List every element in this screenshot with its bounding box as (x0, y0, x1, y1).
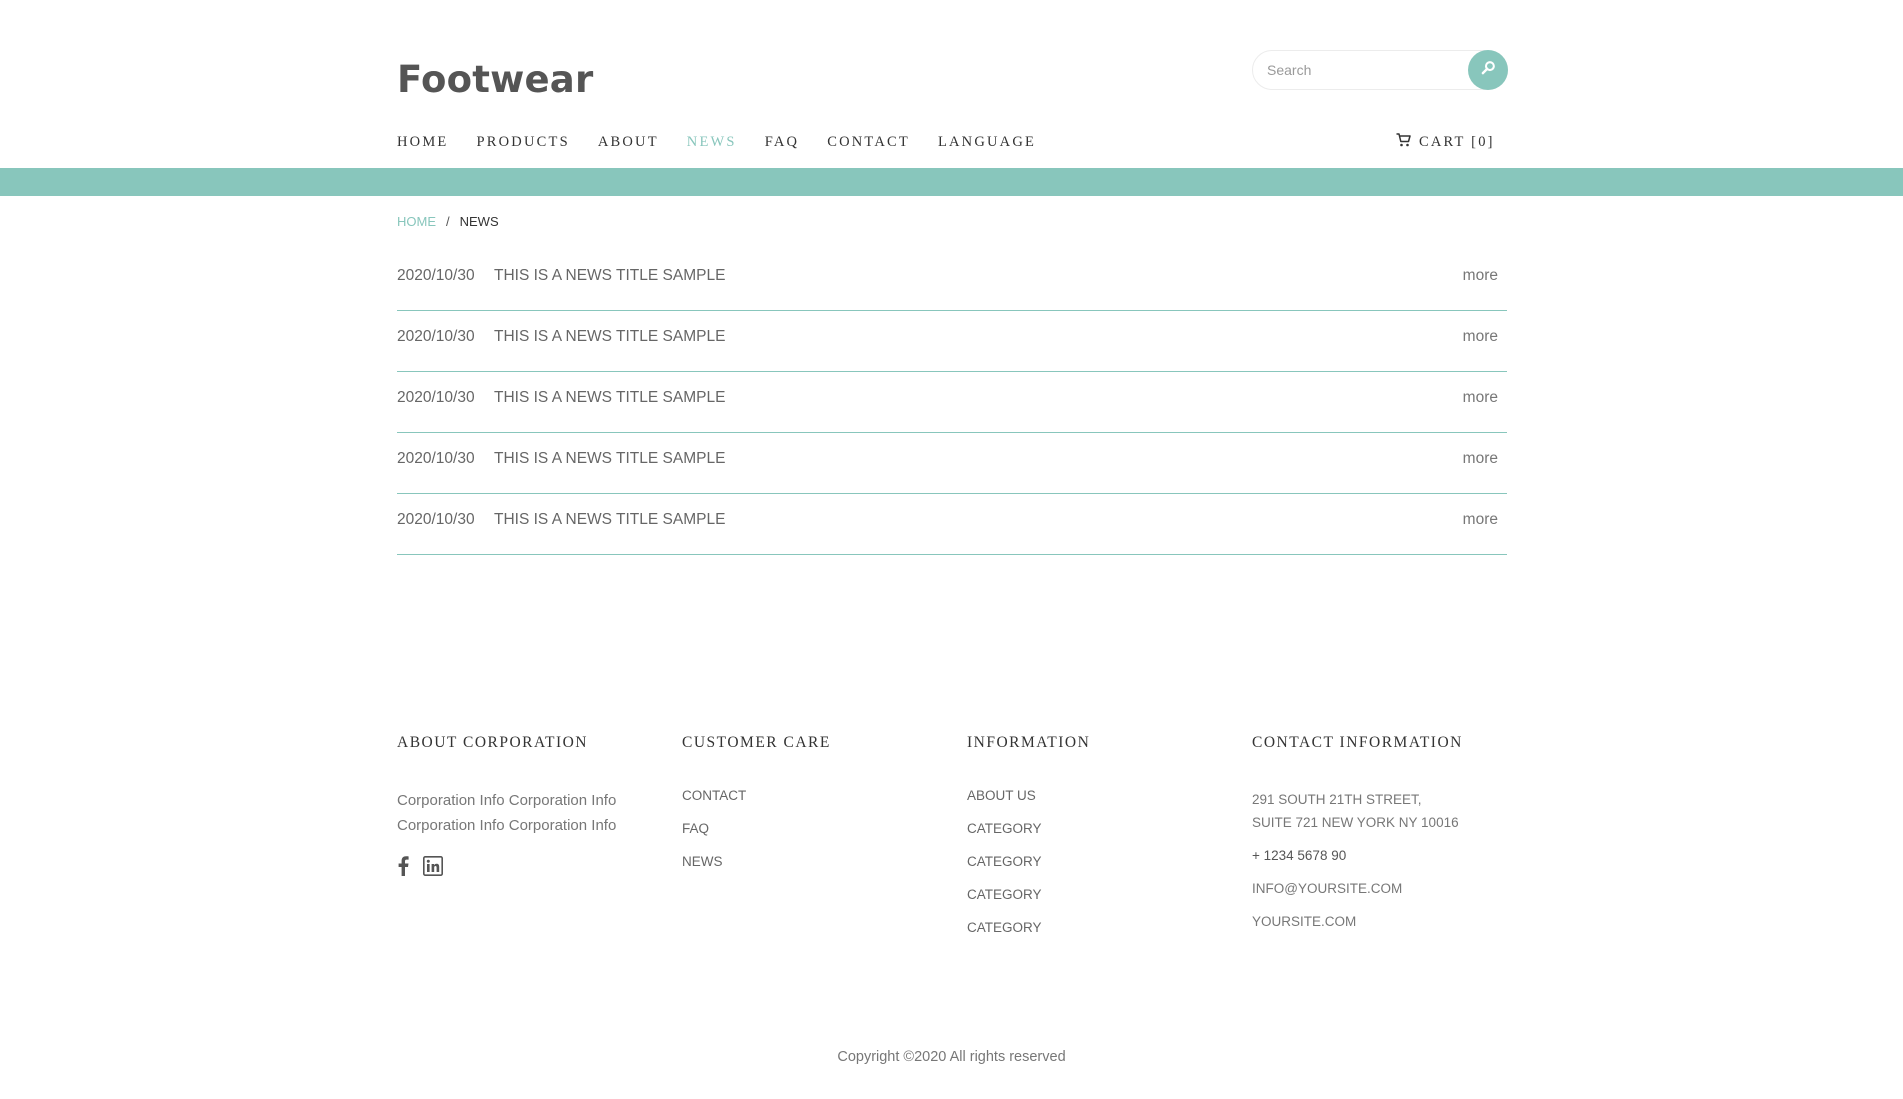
news-title[interactable]: THIS IS A NEWS TITLE SAMPLE (494, 267, 1463, 285)
footer-information: INFORMATION ABOUT US CATEGORY CATEGORY C… (967, 734, 1237, 953)
header-band (0, 168, 1903, 196)
news-date: 2020/10/30 (397, 511, 475, 528)
news-title[interactable]: THIS IS A NEWS TITLE SAMPLE (494, 389, 1463, 407)
news-more-link[interactable]: more (1463, 389, 1498, 407)
footer-link-contact-anchor[interactable]: CONTACT (682, 788, 746, 803)
footer-about: ABOUT CORPORATION Corporation Info Corpo… (397, 734, 667, 876)
footer-link-category-anchor[interactable]: CATEGORY (967, 821, 1042, 836)
corporation-info-line: Corporation Info Corporation Info (397, 792, 617, 809)
information-links: ABOUT US CATEGORY CATEGORY CATEGORY CATE… (967, 788, 1237, 939)
news-title[interactable]: THIS IS A NEWS TITLE SAMPLE (494, 450, 1463, 468)
footer-about-heading: ABOUT CORPORATION (397, 734, 588, 751)
news-item: 2020/10/30 THIS IS A NEWS TITLE SAMPLE m… (397, 372, 1507, 433)
breadcrumb-current: NEWS (459, 214, 499, 229)
facebook-icon[interactable] (397, 856, 409, 876)
social-links (397, 856, 667, 876)
news-date: 2020/10/30 (397, 389, 475, 406)
search-icon (1481, 60, 1496, 80)
news-list: 2020/10/30 THIS IS A NEWS TITLE SAMPLE m… (397, 250, 1507, 555)
nav-faq[interactable]: FAQ (765, 134, 800, 151)
footer-link-faq: FAQ (682, 821, 952, 840)
customer-care-links: CONTACT FAQ NEWS (682, 788, 952, 873)
footer-link-category-anchor[interactable]: CATEGORY (967, 887, 1042, 902)
footer-link-faq-anchor[interactable]: FAQ (682, 821, 709, 836)
footer-contact: CONTACT INFORMATION 291 SOUTH 21TH STREE… (1252, 734, 1522, 933)
news-more-link[interactable]: more (1463, 328, 1498, 346)
footer-contact-heading: CONTACT INFORMATION (1252, 734, 1463, 751)
main-nav: HOME PRODUCTS ABOUT NEWS FAQ CONTACT LAN… (397, 134, 1064, 151)
nav-about[interactable]: ABOUT (598, 134, 659, 151)
nav-home[interactable]: HOME (397, 134, 449, 151)
search-box (1252, 50, 1508, 90)
corporation-info-line: Corporation Info Corporation Info (397, 817, 617, 834)
news-more-link[interactable]: more (1463, 450, 1498, 468)
copyright: Copyright ©2020 All rights reserved (837, 1049, 1066, 1065)
site-logo[interactable]: Footwear (397, 58, 593, 101)
cart-label: CART [0] (1419, 134, 1495, 150)
footer-link-category: CATEGORY (967, 854, 1237, 873)
linkedin-icon[interactable] (423, 856, 443, 876)
nav-language[interactable]: LANGUAGE (938, 134, 1036, 151)
contact-website[interactable]: YOURSITE.COM (1252, 910, 1522, 933)
news-title[interactable]: THIS IS A NEWS TITLE SAMPLE (494, 328, 1463, 346)
cart-icon (1396, 133, 1419, 152)
news-more-link[interactable]: more (1463, 511, 1498, 529)
footer-customer-care: CUSTOMER CARE CONTACT FAQ NEWS (682, 734, 952, 887)
footer-link-news-anchor[interactable]: NEWS (682, 854, 723, 869)
search-input[interactable] (1267, 51, 1457, 89)
breadcrumb-separator: / (446, 214, 450, 229)
footer-link-category: CATEGORY (967, 821, 1237, 840)
contact-address-line: 291 SOUTH 21TH STREET, (1252, 792, 1422, 807)
footer-link-category: CATEGORY (967, 920, 1237, 939)
footer-link-category: CATEGORY (967, 887, 1237, 906)
news-date: 2020/10/30 (397, 450, 475, 467)
news-title[interactable]: THIS IS A NEWS TITLE SAMPLE (494, 511, 1463, 529)
news-item: 2020/10/30 THIS IS A NEWS TITLE SAMPLE m… (397, 494, 1507, 555)
contact-email[interactable]: INFO@YOURSITE.COM (1252, 877, 1522, 900)
footer-link-about-us: ABOUT US (967, 788, 1237, 807)
footer-link-news: NEWS (682, 854, 952, 873)
news-item: 2020/10/30 THIS IS A NEWS TITLE SAMPLE m… (397, 311, 1507, 372)
news-item: 2020/10/30 THIS IS A NEWS TITLE SAMPLE m… (397, 250, 1507, 311)
footer-link-category-anchor[interactable]: CATEGORY (967, 854, 1042, 869)
news-more-link[interactable]: more (1463, 267, 1498, 285)
news-date: 2020/10/30 (397, 328, 475, 345)
contact-phone[interactable]: + 1234 5678 90 (1252, 844, 1522, 867)
footer-customer-care-heading: CUSTOMER CARE (682, 734, 831, 751)
nav-contact[interactable]: CONTACT (827, 134, 910, 151)
footer-information-heading: INFORMATION (967, 734, 1091, 751)
nav-products[interactable]: PRODUCTS (477, 134, 570, 151)
breadcrumb-home[interactable]: HOME (397, 214, 436, 229)
news-date: 2020/10/30 (397, 267, 475, 284)
contact-address-line: SUITE 721 NEW YORK NY 10016 (1252, 815, 1459, 830)
nav-news[interactable]: NEWS (687, 134, 737, 151)
breadcrumb: HOME / NEWS (397, 214, 499, 229)
footer-link-contact: CONTACT (682, 788, 952, 807)
footer-link-about-us-anchor[interactable]: ABOUT US (967, 788, 1036, 803)
footer-link-category-anchor[interactable]: CATEGORY (967, 920, 1042, 935)
cart-link[interactable]: CART [0] (1396, 133, 1495, 152)
search-button[interactable] (1468, 50, 1508, 90)
news-item: 2020/10/30 THIS IS A NEWS TITLE SAMPLE m… (397, 433, 1507, 494)
